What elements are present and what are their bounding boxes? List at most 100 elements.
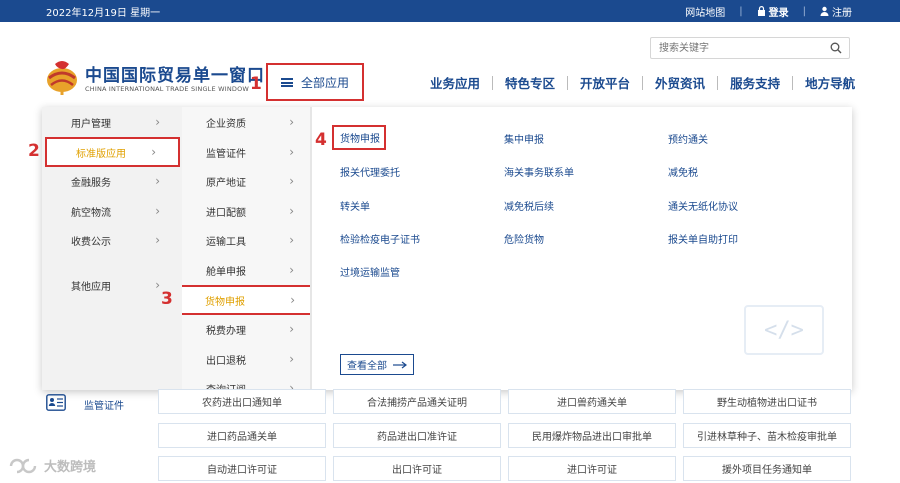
service-tile[interactable]: 进口药品通关单 [158,423,326,448]
search-icon[interactable] [830,42,842,54]
link[interactable]: 海关事务联系单 [504,164,574,179]
register-label: 注册 [832,8,852,19]
arrow-right-icon [393,361,407,368]
menu-item-standard-apps[interactable]: 标准版应用 › [45,137,180,167]
menu-item-label: 收费公示 [71,236,111,248]
link[interactable]: 过境运输监管 [340,264,400,279]
code-icon: </> [744,305,824,355]
sitemap-link[interactable]: 网站地图 [685,4,725,19]
submenu-item-label: 舱单申报 [206,266,246,278]
service-tile[interactable]: 进口许可证 [508,456,676,481]
service-tile[interactable]: 野生动植物进出口证书 [683,389,851,414]
submenu-item-label: 运输工具 [206,236,246,248]
annotation-number: 1 [250,74,262,94]
service-tile[interactable]: 进口兽药通关单 [508,389,676,414]
register-link[interactable]: 注册 [820,4,852,19]
main-nav: 业务应用 特色专区 开放平台 外贸资讯 服务支持 地方导航 [418,73,867,92]
submenu-item[interactable]: 监管证件 › [182,137,310,167]
chevron-right-icon: › [289,352,294,366]
submenu-item[interactable]: 原产地证 › [182,166,310,196]
chevron-right-icon: › [290,293,295,307]
submenu-item-label: 货物申报 [205,296,245,308]
menu-item-user-management[interactable]: 用户管理 › [42,107,182,137]
nav-service-support[interactable]: 服务支持 [718,73,792,92]
top-bar: 2022年12月19日 星期一 网站地图 | 登录 | 注册 [0,0,900,22]
link[interactable]: 通关无纸化协议 [668,198,738,213]
link[interactable]: 报关代理委托 [340,164,400,179]
menu-item-financial-services[interactable]: 金融服务 › [42,166,182,196]
menu-item-label: 用户管理 [71,118,111,130]
submenu-item[interactable]: 进口配额 › [182,196,310,226]
submenu-item[interactable]: 舱单申报 › [182,255,310,285]
chevron-right-icon: › [289,204,294,218]
watermark-logo-icon [9,458,37,473]
chevron-right-icon: › [155,115,160,129]
login-link[interactable]: 登录 [757,4,789,19]
subcategory-column: 企业资质 › 监管证件 › 原产地证 › 进口配额 › 运输工具 › 舱单申报 › 货物申报… [182,107,312,390]
service-tile[interactable]: 引进林草种子、苗木检疫审批单 [683,423,851,448]
service-tile[interactable]: 民用爆炸物品进出口审批单 [508,423,676,448]
certificate-icon [46,394,66,411]
service-tile[interactable]: 药品进出口准许证 [333,423,501,448]
menu-item-label: 标准版应用 [76,148,126,160]
chevron-right-icon: › [155,174,160,188]
submenu-item-label: 出口退税 [206,355,246,367]
link[interactable]: 危险货物 [504,231,544,246]
submenu-item[interactable]: 查询订阅 › [182,373,310,390]
menu-item-air-logistics[interactable]: 航空物流 › [42,196,182,226]
submenu-item[interactable]: 运输工具 › [182,225,310,255]
nav-trade-news[interactable]: 外贸资讯 [643,73,717,92]
link[interactable]: 减免税 [668,164,698,179]
nav-business-apps[interactable]: 业务应用 [418,73,492,92]
date-text: 2022年12月19日 星期一 [46,8,161,19]
chevron-right-icon: › [289,322,294,336]
link[interactable]: 检验检疫电子证书 [340,231,420,246]
annotation-number: 4 [315,130,327,150]
view-all-label: 查看全部 [347,361,387,372]
link[interactable]: 预约通关 [668,131,708,146]
nav-local-navigation[interactable]: 地方导航 [793,73,867,92]
brand-title: 中国国际贸易单一窗口 [85,66,265,86]
chevron-right-icon: › [289,233,294,247]
service-tile[interactable]: 援外项目任务通知单 [683,456,851,481]
menu-item-fee-disclosure[interactable]: 收费公示 › [42,225,182,255]
submenu-item-label: 企业资质 [206,118,246,130]
search-input[interactable] [651,38,821,58]
submenu-item-label: 进口配额 [206,207,246,219]
service-tile[interactable]: 出口许可证 [333,456,501,481]
all-apps-dropdown: 用户管理 › 标准版应用 › 金融服务 › 航空物流 › 收费公示 › 其他应用 › 企业资… [42,107,852,390]
annotation-number: 2 [28,141,40,161]
link[interactable]: 转关单 [340,198,370,213]
logo-icon[interactable] [45,56,79,96]
link[interactable]: 集中申报 [504,131,544,146]
service-tile[interactable]: 自动进口许可证 [158,456,326,481]
all-apps-button[interactable]: 全部应用 [266,63,364,101]
divider: | [739,6,743,17]
chevron-right-icon: › [289,174,294,188]
submenu-item[interactable]: 企业资质 › [182,107,310,137]
watermark-text: 大数跨境 [44,460,97,475]
link-goods-declaration[interactable]: 货物申报 [332,125,386,150]
lock-icon [757,6,765,16]
service-tile[interactable]: 合法捕捞产品通关证明 [333,389,501,414]
chevron-right-icon: › [289,115,294,129]
menu-item-label: 航空物流 [71,207,111,219]
search-box [650,37,850,59]
link[interactable]: 减免税后续 [504,198,554,213]
user-icon [820,6,829,16]
service-tile[interactable]: 农药进出口通知单 [158,389,326,414]
submenu-item[interactable]: 出口退税 › [182,344,310,374]
view-all-button[interactable]: 查看全部 [340,354,414,375]
menu-item-label: 金融服务 [71,177,111,189]
submenu-item-goods-declaration[interactable]: 货物申报 › [182,285,310,315]
menu-icon [280,77,293,87]
link[interactable]: 报关单自助打印 [668,231,738,246]
submenu-item-label: 税费办理 [206,325,246,337]
category-column: 用户管理 › 标准版应用 › 金融服务 › 航空物流 › 收费公示 › 其他应用 › [42,107,182,390]
submenu-item[interactable]: 税费办理 › [182,314,310,344]
watermark: 大数跨境 [8,456,96,475]
brand-subtitle: CHINA INTERNATIONAL TRADE SINGLE WINDOW [85,85,250,93]
nav-featured-zone[interactable]: 特色专区 [493,73,567,92]
chevron-right-icon: › [155,204,160,218]
nav-open-platform[interactable]: 开放平台 [568,73,642,92]
